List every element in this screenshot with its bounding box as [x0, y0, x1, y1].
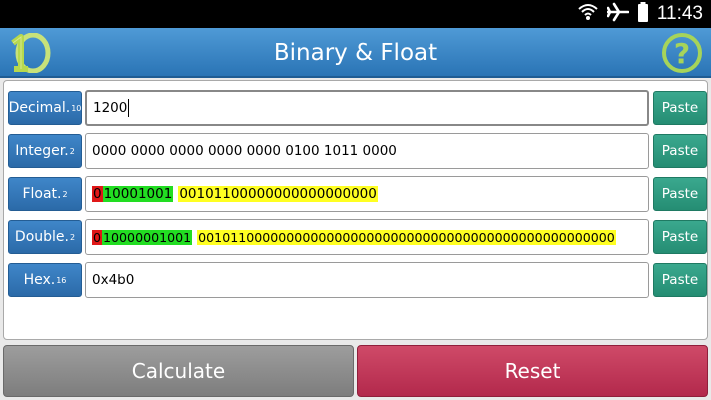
double-mantissa-bits: 0010110000000000000000000000000000000000…	[197, 229, 616, 245]
integer-base: 2	[69, 146, 75, 156]
integer-value: 0000 0000 0000 0000 0000 0100 1011 0000	[92, 143, 397, 159]
hex-base: 16	[56, 275, 67, 285]
float-input[interactable]: 0 10001001 00101100000000000000000	[85, 176, 649, 212]
integer-label-button[interactable]: Integer. 2	[8, 134, 82, 168]
hex-input[interactable]: 0x4b0	[85, 262, 649, 298]
float-mantissa-bits: 00101100000000000000000	[178, 186, 378, 202]
float-row: Float. 2 0 10001001 001011000000000000000…	[8, 175, 707, 213]
help-icon[interactable]: ?	[661, 32, 703, 74]
calculate-button[interactable]: Calculate	[3, 345, 354, 397]
double-paste-button[interactable]: Paste	[653, 220, 707, 254]
hex-paste-button[interactable]: Paste	[653, 263, 707, 297]
hex-label: Hex.	[23, 272, 56, 288]
double-sign-bit: 0	[92, 229, 103, 245]
decimal-paste-button[interactable]: Paste	[653, 91, 707, 125]
hex-row: Hex. 16 0x4b0 Paste	[8, 261, 707, 299]
app-bar: Binary & Float ?	[0, 28, 711, 78]
status-icons: 11:43	[577, 2, 703, 26]
decimal-input[interactable]: 1200	[85, 90, 649, 126]
decimal-base: 10	[71, 103, 82, 113]
integer-input[interactable]: 0000 0000 0000 0000 0000 0100 1011 0000	[85, 133, 649, 169]
float-exponent-bits: 10001001	[102, 186, 174, 202]
float-base: 2	[62, 189, 68, 199]
hex-value: 0x4b0	[92, 272, 135, 288]
reset-button[interactable]: Reset	[357, 345, 708, 397]
float-label: Float.	[22, 186, 62, 202]
svg-text:?: ?	[674, 37, 690, 70]
double-input[interactable]: 0 10000001001 00101100000000000000000000…	[85, 219, 649, 255]
decimal-value: 1200	[93, 100, 128, 116]
float-label-button[interactable]: Float. 2	[8, 177, 82, 211]
conversion-panel: Decimal. 10 1200 Paste Integer. 2 0000 000…	[3, 80, 708, 340]
integer-paste-button[interactable]: Paste	[653, 134, 707, 168]
app-screen: 11:43 Binary & Float ? Decimal. 10 1200 …	[0, 0, 711, 400]
float-sign-bit: 0	[92, 186, 103, 202]
hex-label-button[interactable]: Hex. 16	[8, 263, 82, 297]
integer-label: Integer.	[15, 143, 69, 159]
decimal-label: Decimal.	[8, 100, 71, 116]
float-paste-button[interactable]: Paste	[653, 177, 707, 211]
double-exponent-bits: 10000001001	[102, 229, 193, 245]
wifi-icon	[577, 2, 599, 26]
decimal-label-button[interactable]: Decimal. 10	[8, 91, 82, 125]
text-cursor	[128, 99, 130, 117]
page-title: Binary & Float	[273, 40, 438, 66]
decimal-row: Decimal. 10 1200 Paste	[8, 89, 707, 127]
double-base: 2	[69, 232, 76, 242]
status-bar: 11:43	[0, 0, 711, 28]
double-row: Double. 2 0 10000001001 00101100000000000…	[8, 218, 707, 256]
battery-icon	[637, 2, 649, 26]
double-label: Double.	[14, 229, 69, 245]
status-clock: 11:43	[656, 3, 703, 24]
integer-row: Integer. 2 0000 0000 0000 0000 0000 0100 …	[8, 132, 707, 170]
airplane-mode-icon	[606, 2, 630, 26]
double-label-button[interactable]: Double. 2	[8, 220, 82, 254]
